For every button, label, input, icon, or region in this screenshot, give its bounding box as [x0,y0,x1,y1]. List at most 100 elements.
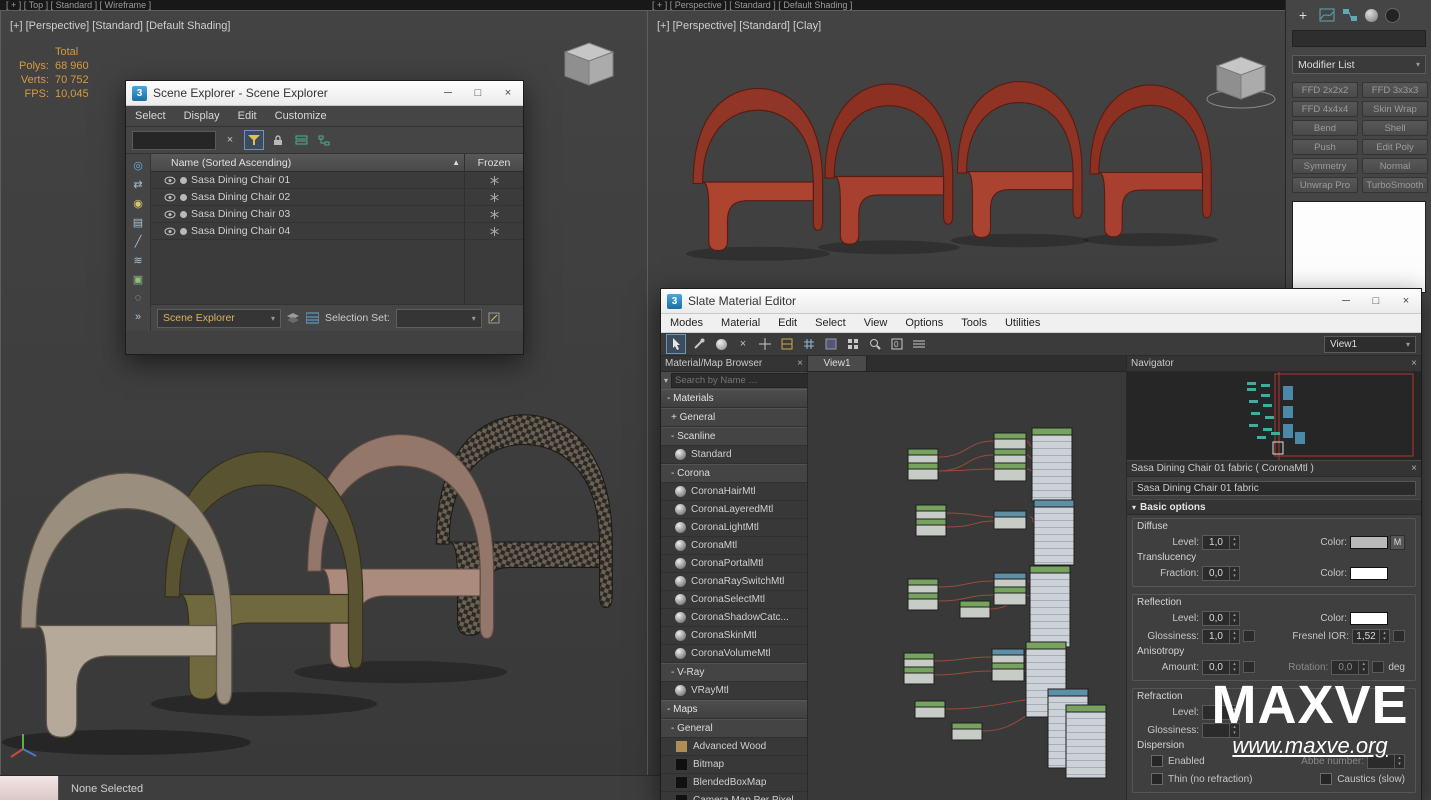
modifier-button[interactable]: FFD 4x4x4 [1292,101,1358,117]
filter-funnel-icon[interactable] [244,130,264,150]
frozen-snowflake-icon[interactable] [489,209,499,219]
filter-all-icon[interactable]: ◎ [129,157,147,173]
show-background-icon[interactable] [822,335,840,353]
refraction-level-spinner[interactable]: ▴ ▾ [1202,704,1240,720]
hierarchy-view-icon[interactable] [315,131,333,149]
zoom-extents-icon[interactable] [866,335,884,353]
chevron-down-icon[interactable]: ▾ [664,376,668,385]
show-grid-icon[interactable] [800,335,818,353]
diffuse-color-swatch[interactable] [1350,535,1388,549]
move-children-icon[interactable] [756,335,774,353]
close-button[interactable]: × [493,81,523,105]
material-id-icon[interactable]: 0 [888,335,906,353]
thin-checkbox[interactable] [1151,773,1163,785]
minimize-button[interactable]: ─ [433,81,463,105]
browser-tree-item[interactable]: CoronaSkinMtl [661,627,807,645]
object-name[interactable]: Sasa Dining Chair 02 [191,191,290,203]
reflection-level-spinner[interactable]: 0,0 ▴ ▾ [1202,610,1240,626]
modifier-list-dropdown[interactable]: Modifier List ▾ [1292,55,1426,74]
maximize-button[interactable]: □ [463,81,493,105]
modifier-button[interactable]: FFD 3x3x3 [1362,82,1428,98]
table-row[interactable]: Sasa Dining Chair 01 [151,172,523,189]
scene-explorer-titlebar[interactable]: 3 Scene Explorer - Scene Explorer ─ □ × [126,81,523,106]
modifier-button[interactable]: Normal [1362,158,1428,174]
filter-helpers-icon[interactable]: ◌ [129,290,147,306]
options-icon[interactable] [910,335,928,353]
browser-tree-item[interactable]: - Corona [661,464,807,483]
sort-ascending-icon[interactable]: ▲ [452,158,460,167]
menu-item[interactable]: Select [806,315,855,331]
layers-icon[interactable] [287,312,300,324]
filter-space-warps-icon[interactable]: ≋ [129,252,147,268]
lock-icon[interactable] [269,131,287,149]
layout-all-icon[interactable] [844,335,862,353]
menu-item[interactable]: Edit [229,108,266,124]
minimize-button[interactable]: ─ [1331,289,1361,313]
viewcube[interactable] [1203,49,1279,115]
sync-selection-icon[interactable]: ⇄ [129,176,147,192]
browser-tree-item[interactable]: Bitmap [661,756,807,774]
hide-unused-slots-icon[interactable] [778,335,796,353]
menu-item[interactable]: Tools [952,315,996,331]
fraction-spinner[interactable]: 0,0 ▴ ▾ [1202,565,1240,581]
clear-search-icon[interactable]: × [221,131,239,149]
delete-node-icon[interactable]: × [734,335,752,353]
modifier-stack[interactable] [1292,201,1426,293]
rotation-spinner[interactable]: 0,0 ▴ ▾ [1331,659,1370,675]
menu-item[interactable]: Utilities [996,315,1049,331]
viewport-label[interactable]: [+] [Perspective] [Standard] [Clay] [657,20,821,32]
translucency-color-swatch[interactable] [1350,566,1388,580]
browser-tree-item[interactable]: CoronaHairMtl [661,483,807,501]
modifier-button[interactable]: TurboSmooth [1362,177,1428,193]
browser-tree-item[interactable]: Advanced Wood [661,738,807,756]
modifier-button[interactable]: FFD 2x2x2 [1292,82,1358,98]
browser-tree-item[interactable]: CoronaPortalMtl [661,555,807,573]
close-button[interactable]: × [1391,289,1421,313]
fresnel-ior-spinner[interactable]: 1,52 ▴ ▾ [1352,628,1390,644]
search-input[interactable] [132,130,216,150]
amount-map-slot[interactable] [1243,661,1255,673]
rotation-map-slot[interactable] [1372,661,1385,673]
table-row[interactable]: Sasa Dining Chair 04 [151,223,523,240]
view-tab[interactable]: View1 [808,356,867,371]
explorer-preset-combo[interactable]: Scene Explorer ▾ [157,308,281,328]
reflection-glossiness-spinner[interactable]: 1,0 ▴ ▾ [1202,628,1240,644]
filter-lights-icon[interactable]: ◉ [129,195,147,211]
preview-sphere-icon[interactable] [712,335,730,353]
pick-material-icon[interactable] [690,335,708,353]
frozen-snowflake-icon[interactable] [489,226,499,236]
material-preview-chip[interactable] [0,776,59,800]
browser-tree-item[interactable]: Standard [661,446,807,464]
modifier-button[interactable]: Edit Poly [1362,139,1428,155]
browser-tree-item[interactable]: CoronaVolumeMtl [661,645,807,663]
reflection-color-swatch[interactable] [1350,611,1388,625]
browser-tree-item[interactable]: VRayMtl [661,682,807,700]
menu-item[interactable]: Edit [769,315,806,331]
browser-tree-item[interactable]: + General [661,408,807,427]
column-name[interactable]: Name (Sorted Ascending) [171,157,291,169]
browser-tree-item[interactable]: BlendedBoxMap [661,774,807,792]
modifier-button[interactable]: Skin Wrap [1362,101,1428,117]
browser-tree-item[interactable]: CoronaLightMtl [661,519,807,537]
navigator-minimap[interactable] [1127,372,1421,460]
browser-tree-item[interactable]: CoronaMtl [661,537,807,555]
browser-tree-item[interactable]: Camera Map Per Pixel [661,792,807,800]
browser-tree-item[interactable]: - Scanline [661,427,807,446]
diffuse-level-spinner[interactable]: 1,0 ▴ ▾ [1202,534,1240,550]
basic-options-rollout[interactable]: ▾ Basic options [1127,499,1421,515]
viewcube[interactable] [553,37,625,93]
browser-tree-item[interactable]: CoronaShadowCatc... [661,609,807,627]
frozen-snowflake-icon[interactable] [489,175,499,185]
frozen-snowflake-icon[interactable] [489,192,499,202]
material-sphere-icon[interactable] [1365,8,1378,22]
select-tool-icon[interactable] [666,334,686,354]
close-icon[interactable]: × [797,358,803,369]
filter-shapes-icon[interactable]: ╱ [129,233,147,249]
close-icon[interactable]: × [1411,463,1417,474]
browser-tree-item[interactable]: CoronaRaySwitchMtl [661,573,807,591]
render-setup-icon[interactable] [1385,7,1400,23]
edit-set-icon[interactable] [488,312,501,324]
column-frozen[interactable]: Frozen [464,154,523,171]
abbe-number-spinner[interactable]: ▴ ▾ [1367,753,1405,769]
visibility-eye-icon[interactable] [164,193,176,202]
